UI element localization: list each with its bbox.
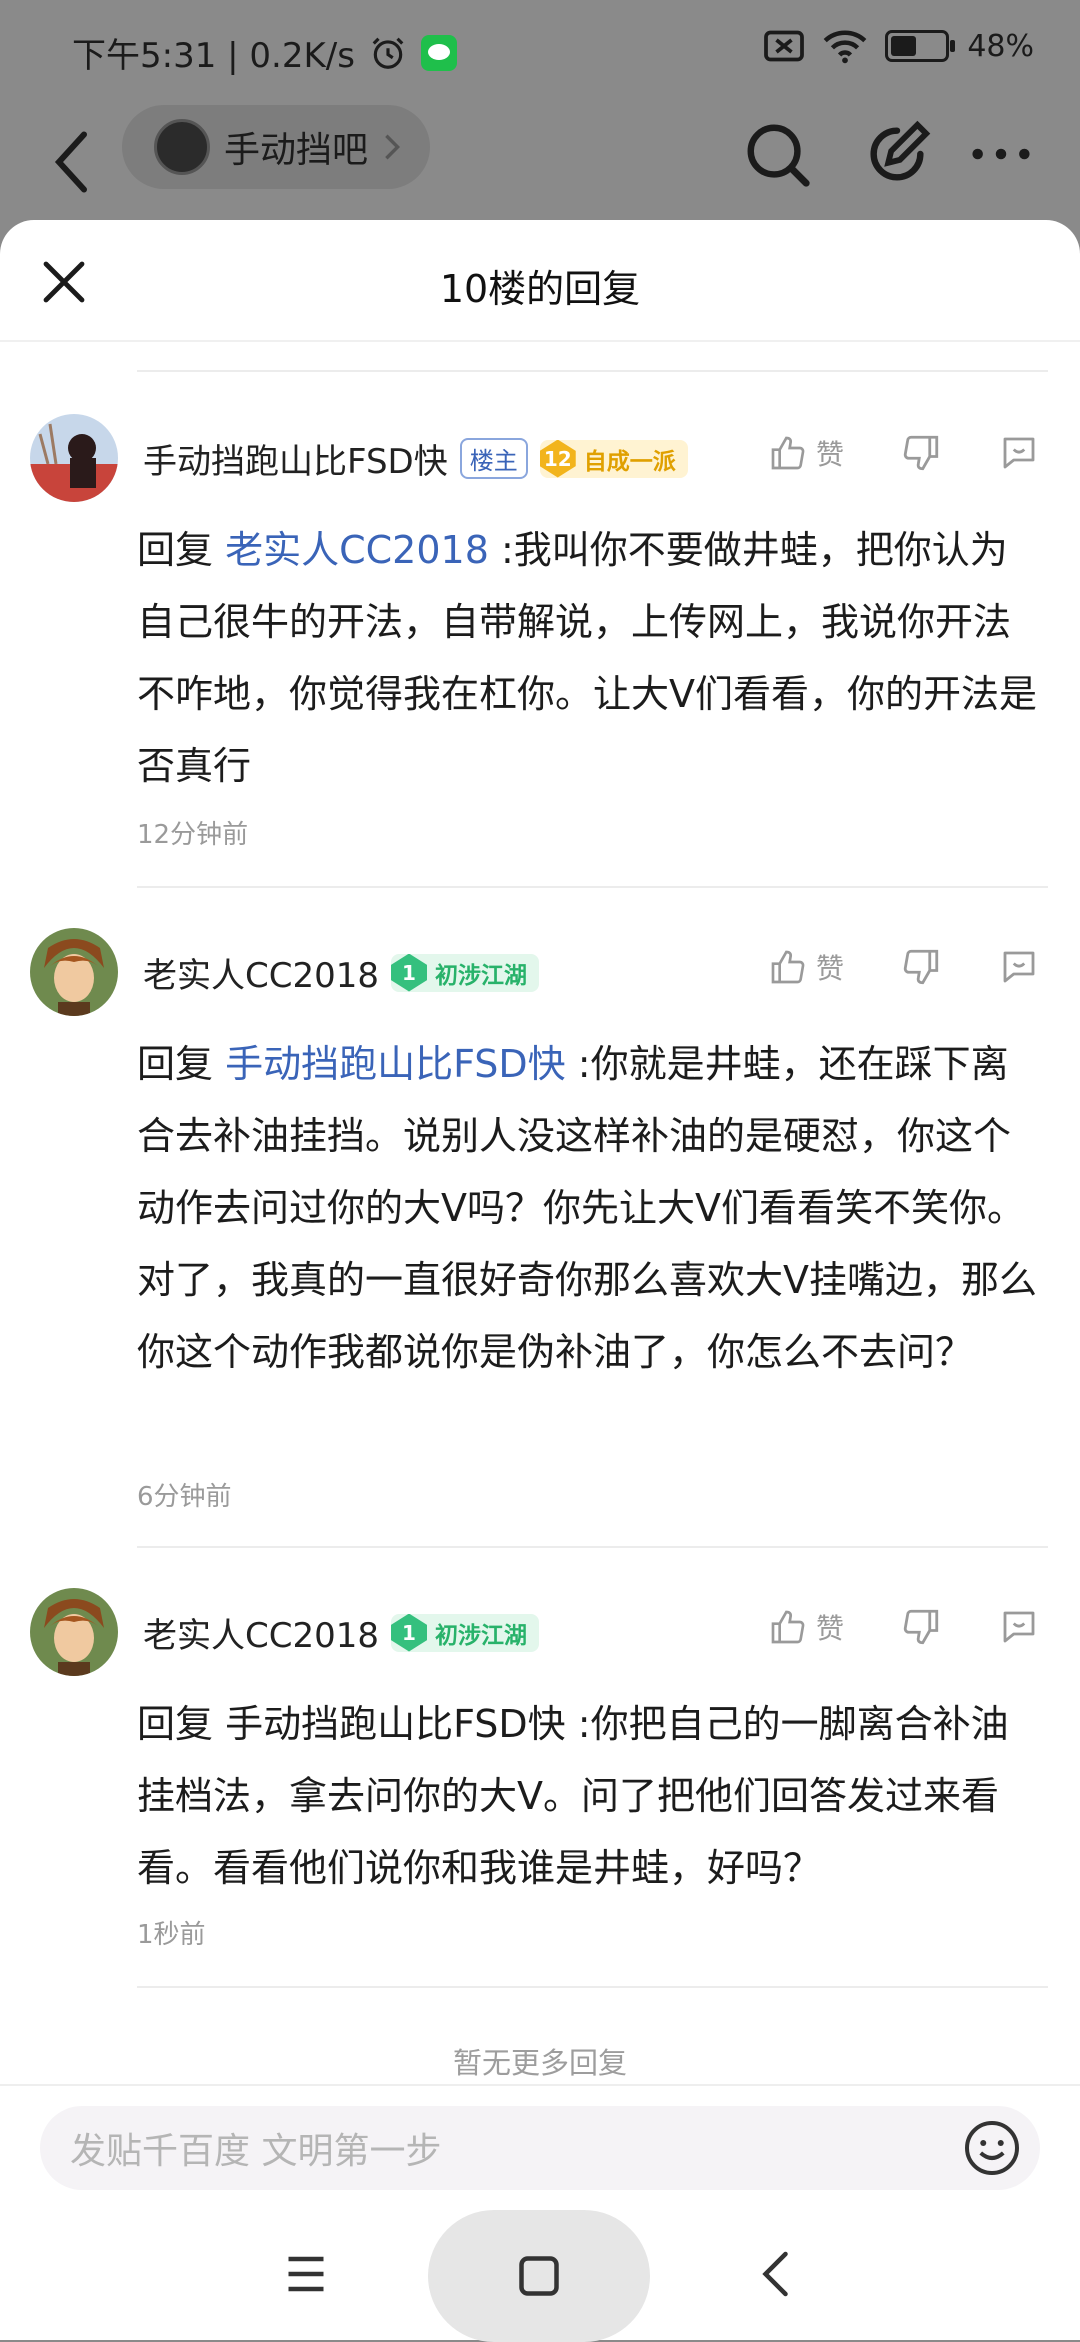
level-title: 初涉江湖 [435, 1622, 528, 1649]
top-nav: 手动挡吧 [0, 105, 1080, 220]
like-button[interactable]: 赞 [768, 433, 844, 473]
level-badge: 12 自成一派 [539, 439, 688, 478]
input-placeholder: 发贴千百度 文明第一步 [70, 2131, 442, 2172]
comment-meta: 老实人CC2018 1 初涉江湖 [143, 948, 540, 997]
no-sim-icon [764, 30, 805, 62]
comment-text: 回复 手动挡跑山比FSD快 :你把自己的一脚离合补油挂档法，拿去问你的大V。问了… [137, 1688, 1042, 1904]
forum-logo [154, 119, 210, 175]
reply-input[interactable]: 发贴千百度 文明第一步 [40, 2106, 1040, 2190]
mention-link[interactable]: 手动挡跑山比FSD快 [225, 1702, 566, 1746]
avatar[interactable] [30, 928, 118, 1016]
home-square-icon [519, 2256, 559, 2296]
back-nav-icon[interactable] [748, 2244, 808, 2304]
divider [137, 370, 1048, 372]
wifi-icon [823, 30, 867, 64]
mention-link[interactable]: 老实人CC2018 [225, 528, 489, 572]
wechat-notification-icon [420, 34, 457, 71]
thumbs-down-icon[interactable] [900, 1606, 942, 1648]
like-button[interactable]: 赞 [768, 947, 844, 987]
status-left: 下午5:31 | 0.2K/s [72, 28, 457, 77]
like-label: 赞 [815, 952, 844, 985]
reply-bubble-icon[interactable] [998, 946, 1040, 988]
thumbs-up-icon [771, 950, 805, 984]
divider [137, 1546, 1048, 1548]
edit-icon[interactable] [862, 119, 932, 189]
like-label: 赞 [815, 1612, 844, 1645]
reply-prefix: 回复 [137, 1702, 214, 1746]
comment-time: 12分钟前 [137, 820, 249, 850]
level-badge: 1 初涉江湖 [391, 953, 540, 992]
author-name[interactable]: 老实人CC2018 [143, 948, 379, 997]
comment-text: 回复 老实人CC2018 :我叫你不要做井蛙，把你认为自己很牛的开法，自带解说，… [137, 514, 1042, 802]
forum-name: 手动挡吧 [224, 130, 369, 171]
alarm-icon [372, 37, 404, 69]
battery-level [891, 36, 917, 56]
chevron-right-icon [385, 134, 401, 160]
comment-body: :你就是井蛙，还在踩下离合去补油挂挡。说别人没这样补油的是硬怼，你这个动作去问过… [137, 1042, 1037, 1374]
back-icon[interactable] [44, 127, 104, 197]
avatar[interactable] [30, 1588, 118, 1676]
thumbs-up-icon [771, 1610, 805, 1644]
like-button[interactable]: 赞 [768, 1607, 844, 1647]
status-bar: 下午5:31 | 0.2K/s 48% [0, 0, 1080, 100]
comment-meta: 老实人CC2018 1 初涉江湖 [143, 1608, 540, 1657]
thumbs-up-icon [771, 436, 805, 470]
owner-tag: 楼主 [459, 438, 528, 479]
forum-chip[interactable]: 手动挡吧 [122, 105, 431, 189]
level-number: 1 [391, 1613, 428, 1652]
reply-prefix: 回复 [137, 1042, 214, 1086]
level-badge: 1 初涉江湖 [391, 1613, 540, 1652]
author-name[interactable]: 老实人CC2018 [143, 1608, 379, 1657]
reply-input-bar: 发贴千百度 文明第一步 [0, 2084, 1080, 2206]
battery-icon [885, 30, 956, 62]
reply-bubble-icon[interactable] [998, 1606, 1040, 1648]
level-number: 12 [539, 439, 576, 478]
sheet-header: 10楼的回复 [0, 220, 1080, 342]
reply-sheet: 10楼的回复 手动挡跑山比FSD快 楼主 12 自成一派 赞 回复 老实人CC2… [0, 220, 1080, 2340]
system-nav-bar [0, 2210, 1080, 2342]
divider [137, 1986, 1048, 1988]
status-time-speed: 下午5:31 | 0.2K/s [72, 36, 355, 76]
level-title: 自成一派 [583, 448, 676, 475]
emoji-icon[interactable] [962, 2118, 1022, 2178]
comment-actions: 赞 [768, 1606, 1040, 1648]
thumbs-down-icon[interactable] [900, 432, 942, 474]
author-name[interactable]: 手动挡跑山比FSD快 [143, 434, 448, 483]
comment-meta: 手动挡跑山比FSD快 楼主 12 自成一派 [143, 434, 688, 483]
divider [137, 886, 1048, 888]
comment-actions: 赞 [768, 432, 1040, 474]
comment-text: 回复 手动挡跑山比FSD快 :你就是井蛙，还在踩下离合去补油挂挡。说别人没这样补… [137, 1028, 1042, 1388]
avatar[interactable] [30, 414, 118, 502]
comment-time: 6分钟前 [137, 1482, 232, 1512]
comment-actions: 赞 [768, 946, 1040, 988]
reply-bubble-icon[interactable] [998, 432, 1040, 474]
comment-time: 1秒前 [137, 1920, 206, 1950]
menu-icon[interactable] [276, 2244, 336, 2304]
home-button[interactable] [428, 2210, 650, 2342]
sheet-title: 10楼的回复 [439, 267, 641, 311]
search-icon[interactable] [742, 119, 812, 189]
battery-percent: 48% [967, 28, 1034, 64]
level-title: 初涉江湖 [435, 962, 528, 989]
reply-prefix: 回复 [137, 528, 214, 572]
more-icon[interactable] [966, 119, 1036, 189]
thumbs-down-icon[interactable] [900, 946, 942, 988]
like-label: 赞 [815, 438, 844, 471]
level-number: 1 [391, 953, 428, 992]
status-right: 48% [763, 28, 1034, 64]
no-more-replies: 暂无更多回复 [452, 2046, 627, 2080]
mention-link[interactable]: 手动挡跑山比FSD快 [225, 1042, 566, 1086]
